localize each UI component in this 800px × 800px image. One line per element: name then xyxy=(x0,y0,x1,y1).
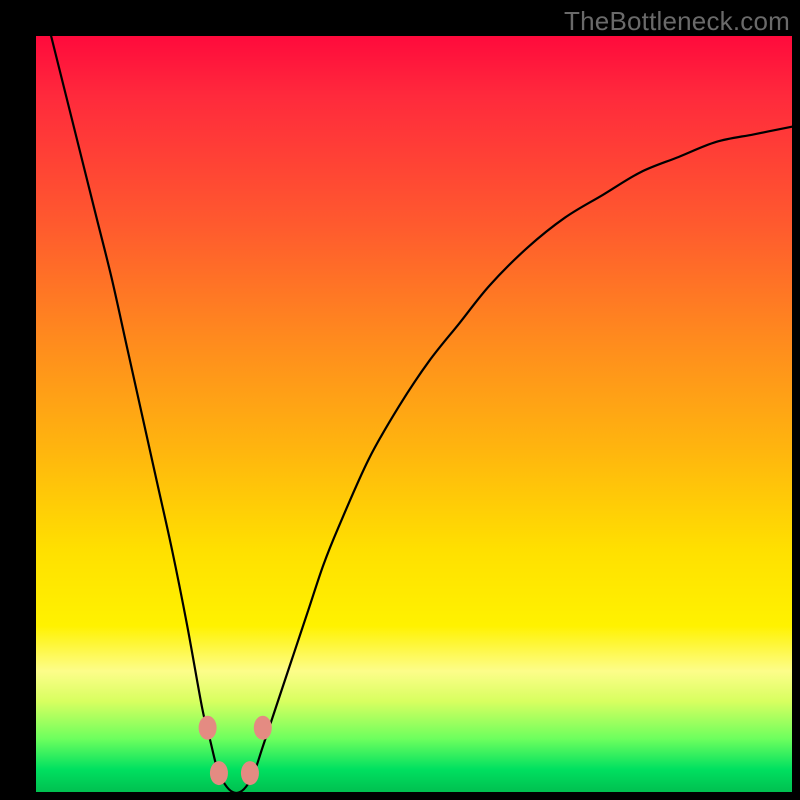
marker-right-lower xyxy=(241,761,259,785)
bottleneck-curve xyxy=(51,36,792,793)
plot-area xyxy=(36,36,792,792)
marker-left-upper xyxy=(199,716,217,740)
chart-frame: TheBottleneck.com xyxy=(0,0,800,800)
watermark-text: TheBottleneck.com xyxy=(564,6,790,37)
marker-left-lower xyxy=(210,761,228,785)
marker-right-upper xyxy=(254,716,272,740)
curve-layer xyxy=(36,36,792,792)
